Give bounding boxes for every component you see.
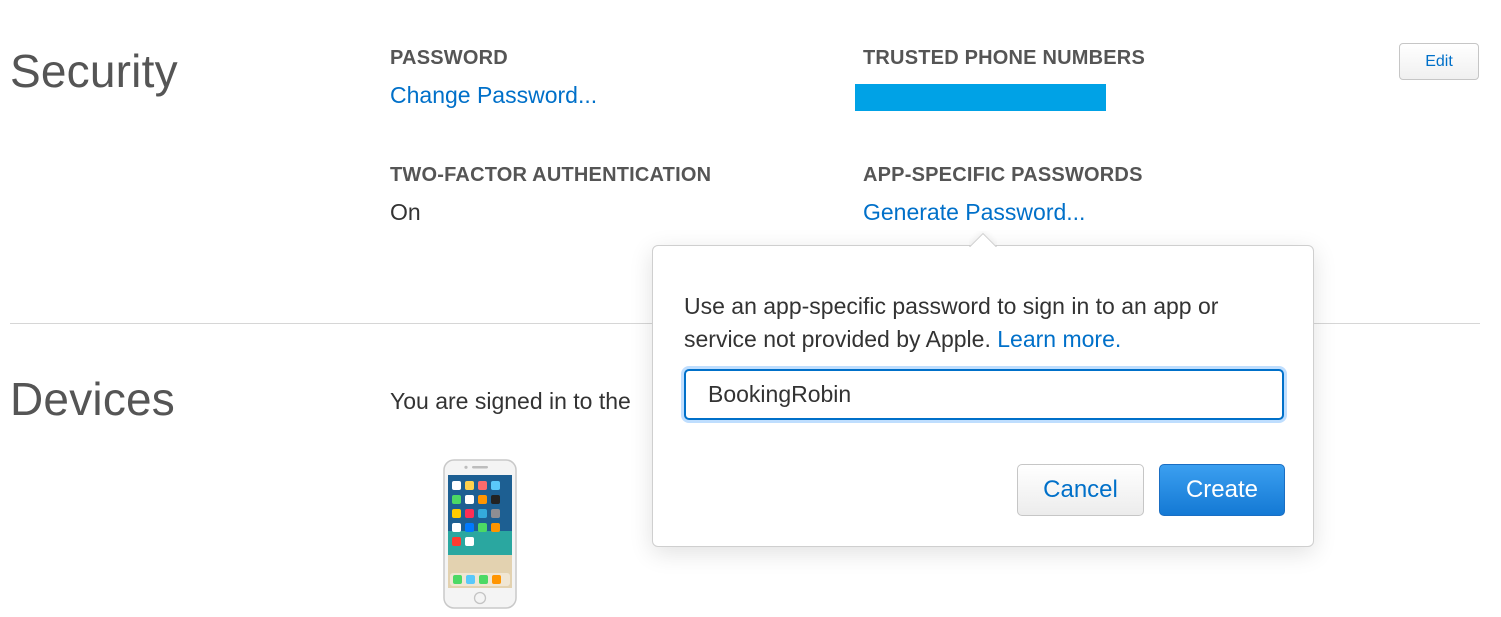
devices-title: Devices bbox=[10, 373, 176, 425]
app-specific-label: APP-SPECIFIC PASSWORDS bbox=[863, 164, 1143, 186]
generate-password-popover: Use an app-specific password to sign in … bbox=[652, 245, 1314, 547]
edit-button[interactable]: Edit bbox=[1399, 43, 1479, 80]
learn-more-link[interactable]: Learn more. bbox=[997, 326, 1121, 352]
page: Security PASSWORD Change Password... TRU… bbox=[0, 0, 1501, 617]
popover-message: Use an app-specific password to sign in … bbox=[684, 290, 1284, 356]
two-factor-value: On bbox=[390, 199, 421, 225]
two-factor-label: TWO-FACTOR AUTHENTICATION bbox=[390, 164, 712, 186]
phone-number-redacted bbox=[855, 84, 1106, 111]
popover-message-text: Use an app-specific password to sign in … bbox=[684, 293, 1219, 352]
generate-password-link[interactable]: Generate Password... bbox=[863, 199, 1085, 226]
security-title: Security bbox=[10, 45, 178, 97]
create-button[interactable]: Create bbox=[1159, 464, 1285, 516]
trusted-phone-label: TRUSTED PHONE NUMBERS bbox=[863, 47, 1145, 69]
change-password-link[interactable]: Change Password... bbox=[390, 82, 597, 109]
popover-arrow bbox=[969, 231, 997, 247]
devices-description: You are signed in to the bbox=[390, 388, 631, 414]
cancel-button[interactable]: Cancel bbox=[1017, 464, 1144, 516]
password-label: PASSWORD bbox=[390, 47, 508, 69]
iphone-graphic bbox=[443, 459, 517, 609]
password-label-input[interactable] bbox=[684, 369, 1284, 420]
iphone-icon[interactable] bbox=[442, 459, 518, 609]
